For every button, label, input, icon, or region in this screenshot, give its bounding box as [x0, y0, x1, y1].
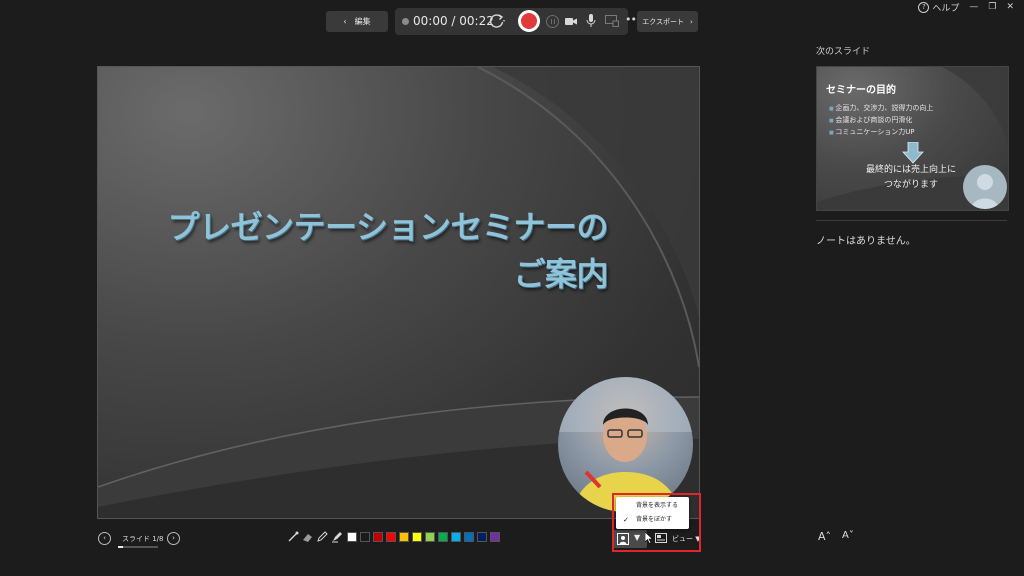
- list-item: 会議および商談の円滑化: [829, 115, 933, 127]
- camera-placeholder-avatar: [963, 165, 1007, 209]
- list-item: 企画力、交渉力、説得力の向上: [829, 103, 933, 115]
- color-swatch[interactable]: [360, 532, 370, 542]
- color-swatch[interactable]: [477, 532, 487, 542]
- increase-font-button[interactable]: A˄: [818, 530, 831, 543]
- color-swatch[interactable]: [425, 532, 435, 542]
- chevron-right-icon: ›: [172, 534, 175, 542]
- recording-indicator-icon: [402, 18, 409, 25]
- color-swatch[interactable]: [373, 532, 383, 542]
- color-swatch[interactable]: [347, 532, 357, 542]
- eraser-icon[interactable]: [302, 531, 314, 543]
- decrease-font-button[interactable]: A˅: [842, 530, 854, 541]
- color-swatch[interactable]: [438, 532, 448, 542]
- pen-color-palette: [347, 532, 500, 542]
- retake-icon[interactable]: [488, 12, 506, 30]
- menu-item-blur-background[interactable]: ✓ 背景をぼかす: [616, 513, 689, 527]
- avatar-icon: [971, 174, 999, 209]
- export-label: エクスポート: [642, 17, 684, 26]
- presenter-video-icon: [558, 377, 693, 512]
- color-swatch[interactable]: [386, 532, 396, 542]
- help-label: ヘルプ: [932, 3, 960, 14]
- window-controls: ? ヘルプ — ❐ ✕: [918, 0, 1024, 14]
- color-swatch[interactable]: [490, 532, 500, 542]
- slide-title-line1: プレゼンテーションセミナーの: [167, 208, 609, 246]
- check-icon: ✓: [623, 516, 629, 524]
- camera-icon[interactable]: [565, 16, 577, 27]
- export-button[interactable]: エクスポート ›: [637, 11, 698, 32]
- next-slide-thumbnail[interactable]: セミナーの目的 企画力、交渉力、説得力の向上 会議および商談の円滑化 コミュニケ…: [816, 66, 1009, 211]
- pane-divider: [816, 220, 1007, 221]
- next-slide-conclusion: 最終的には売上向上に つながります: [857, 163, 965, 193]
- chevron-left-icon: ‹: [103, 534, 106, 542]
- edit-button[interactable]: ‹ 編集: [326, 11, 388, 32]
- current-slide: プレゼンテーションセミナーの ご案内: [97, 66, 700, 519]
- slide-counter: スライド 1/8: [122, 535, 164, 543]
- conclusion-line2: つながります: [883, 180, 938, 190]
- laser-pointer-icon[interactable]: [287, 531, 299, 543]
- color-swatch[interactable]: [451, 532, 461, 542]
- microphone-icon[interactable]: [586, 14, 596, 28]
- list-item: コミュニケーション力UP: [829, 127, 933, 139]
- record-button[interactable]: [518, 10, 540, 32]
- next-slide-bullets: 企画力、交渉力、説得力の向上 会議および商談の円滑化 コミュニケーション力UP: [829, 103, 933, 139]
- camera-preview[interactable]: [558, 377, 693, 512]
- next-slide-title: セミナーの目的: [826, 85, 896, 96]
- help-button[interactable]: ? ヘルプ: [918, 1, 959, 14]
- color-swatch[interactable]: [399, 532, 409, 542]
- slide-title: プレゼンテーションセミナーの ご案内: [138, 204, 609, 298]
- recording-timer: 00:00 / 00:22: [413, 14, 494, 28]
- down-arrow-icon: [902, 142, 924, 164]
- chevron-left-icon: ‹: [343, 17, 347, 26]
- color-swatch[interactable]: [412, 532, 422, 542]
- menu-item-label: 背景を表示する: [636, 502, 679, 509]
- camera-background-menu: 背景を表示する ✓ 背景をぼかす: [616, 497, 689, 529]
- color-swatch[interactable]: [464, 532, 474, 542]
- screen-share-icon[interactable]: [605, 15, 619, 27]
- slide-title-line2: ご案内: [513, 255, 608, 293]
- slide-progress-fill: [118, 546, 123, 548]
- restore-icon[interactable]: ❐: [988, 2, 996, 12]
- speaker-notes: ノートはありません。: [816, 236, 916, 247]
- slide-progress-bar: [118, 546, 158, 548]
- conclusion-line1: 最終的には売上向上に: [865, 165, 956, 175]
- minimize-icon[interactable]: —: [969, 2, 978, 12]
- edit-label: 編集: [354, 17, 371, 26]
- chevron-right-icon: ›: [689, 17, 693, 26]
- recording-bar: 00:00 / 00:22: [395, 8, 628, 35]
- previous-slide-button[interactable]: ‹: [98, 532, 111, 545]
- pen-icon[interactable]: [316, 531, 328, 543]
- highlighter-icon[interactable]: [331, 531, 343, 543]
- pause-icon[interactable]: [546, 15, 559, 28]
- menu-item-label: 背景をぼかす: [636, 516, 673, 523]
- help-icon: ?: [918, 1, 930, 13]
- close-icon[interactable]: ✕: [1006, 2, 1014, 12]
- menu-item-show-background[interactable]: 背景を表示する: [616, 499, 689, 513]
- next-slide-heading: 次のスライド: [816, 47, 871, 57]
- next-slide-button[interactable]: ›: [167, 532, 180, 545]
